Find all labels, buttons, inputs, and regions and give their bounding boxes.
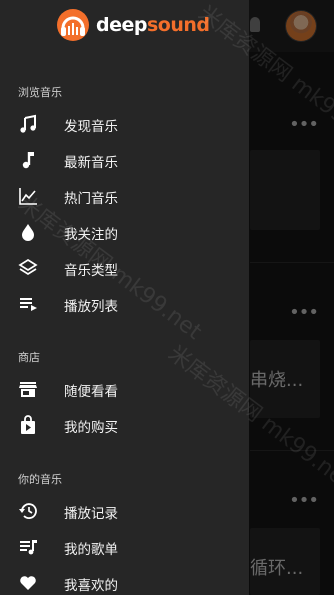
menu-label: 音乐类型: [64, 263, 118, 279]
menu-label: 发现音乐: [64, 119, 118, 135]
store-icon: [19, 382, 37, 397]
menu-item-playlists[interactable]: 播放列表: [0, 286, 249, 322]
menu-label: 热门音乐: [64, 191, 118, 207]
menu-label: 我关注的: [64, 227, 118, 243]
queue-music-icon: [20, 540, 37, 555]
menu-item-genres[interactable]: 音乐类型: [0, 250, 249, 286]
menu-item-browse-store[interactable]: 随便看看: [0, 371, 249, 407]
menu-label: 我的歌单: [64, 542, 118, 558]
single-note-icon: [22, 152, 34, 169]
menu-item-my-lists[interactable]: 我的歌单: [0, 529, 249, 565]
menu-item-trending[interactable]: 热门音乐: [0, 178, 249, 214]
history-icon: [19, 503, 37, 519]
menu-label: 随便看看: [64, 384, 118, 400]
menu-item-history[interactable]: 播放记录: [0, 493, 249, 529]
section-title-browse: 浏览音乐: [18, 86, 62, 99]
heart-icon: [20, 576, 36, 590]
logo-text-deep: deep: [96, 14, 147, 36]
music-note-icon: [20, 114, 36, 133]
drawer-scrim[interactable]: [249, 0, 334, 595]
headphones-logo-icon: [57, 9, 89, 41]
menu-item-liked[interactable]: 我喜欢的: [0, 565, 249, 595]
navigation-drawer: deepsound 浏览音乐 发现音乐 最新音乐 热门音乐 我关注的 音乐类型 …: [0, 0, 249, 595]
layers-icon: [18, 258, 38, 276]
menu-item-latest[interactable]: 最新音乐: [0, 142, 249, 178]
menu-item-purchases[interactable]: 我的购买: [0, 407, 249, 443]
section-title-store: 商店: [18, 351, 40, 364]
menu-label: 播放列表: [64, 299, 118, 315]
deepsound-logo[interactable]: deepsound: [56, 8, 210, 42]
section-title-your-music: 你的音乐: [18, 473, 62, 486]
logo-text-sound: sound: [146, 14, 210, 36]
menu-item-discover[interactable]: 发现音乐: [0, 106, 249, 142]
shopping-bag-icon: [21, 415, 35, 434]
menu-item-following[interactable]: 我关注的: [0, 214, 249, 250]
menu-label: 最新音乐: [64, 155, 118, 171]
menu-label: 播放记录: [64, 506, 118, 522]
menu-label: 我的购买: [64, 420, 118, 436]
drop-icon: [22, 224, 34, 241]
playlist-icon: [20, 298, 37, 311]
menu-label: 我喜欢的: [64, 578, 118, 594]
trending-chart-icon: [19, 188, 37, 205]
